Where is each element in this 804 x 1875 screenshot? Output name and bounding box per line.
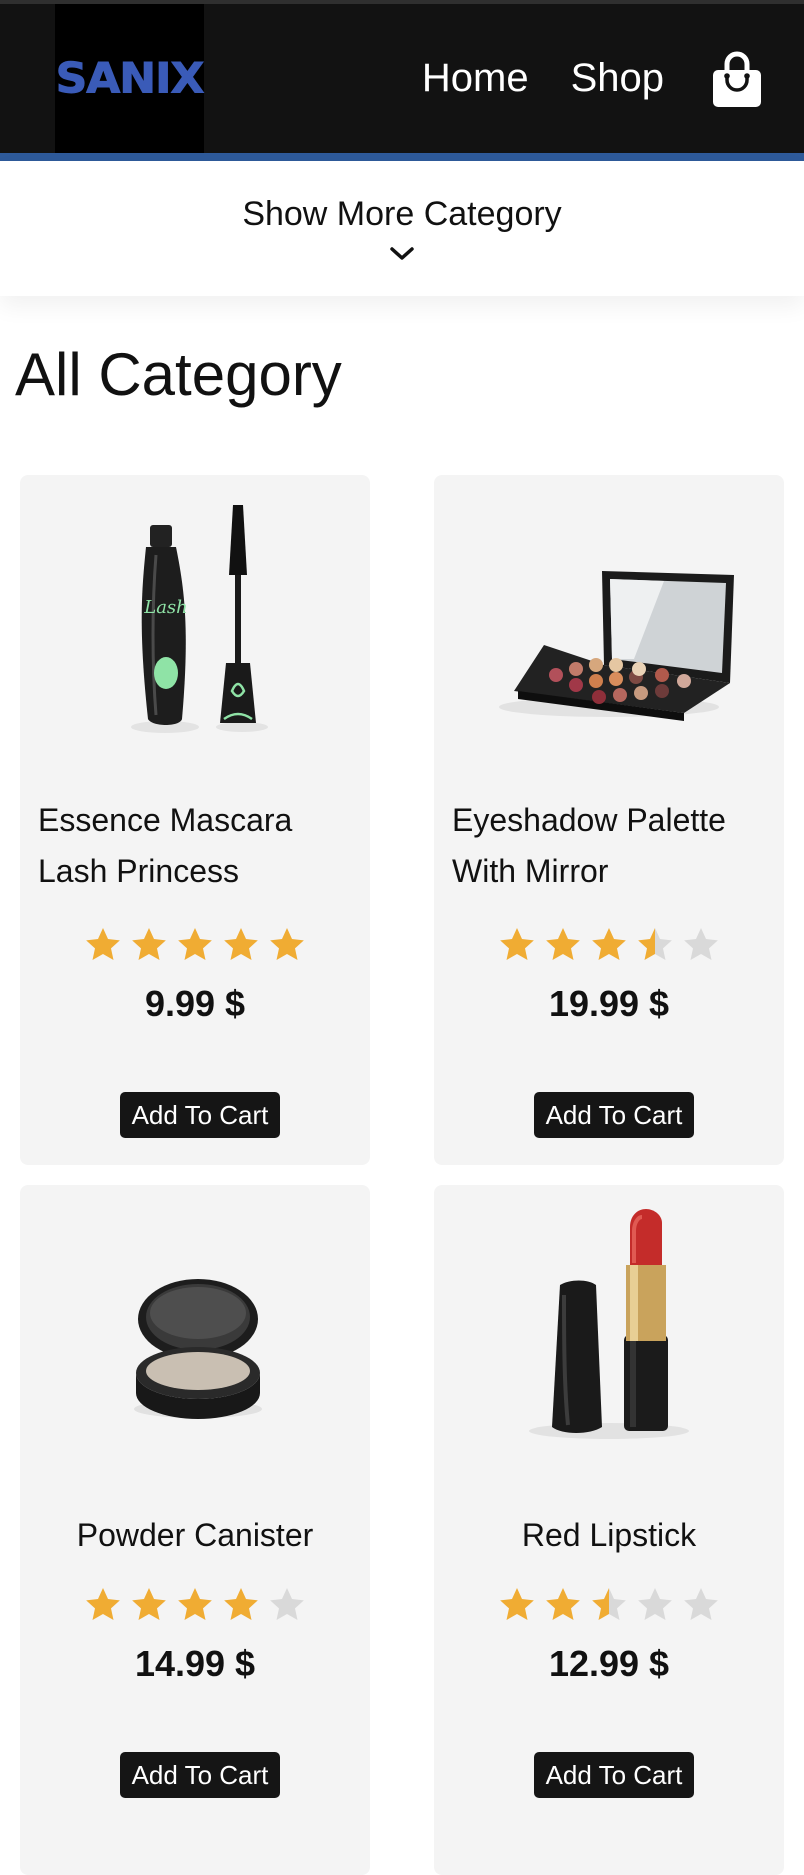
star-half-icon — [638, 928, 672, 960]
star-icon — [592, 928, 626, 960]
star-icon — [132, 928, 166, 960]
powder-canister-image — [134, 1279, 262, 1419]
product-name[interactable]: Eyeshadow Palette With Mirror — [452, 795, 766, 897]
product-name[interactable]: Powder Canister — [38, 1510, 352, 1561]
star-empty-icon — [270, 1588, 304, 1620]
navbar: SANIX Home Shop — [0, 4, 804, 153]
star-icon — [178, 1588, 212, 1620]
chevron-down-icon — [390, 247, 414, 260]
brand-logo[interactable]: SANIX — [55, 4, 205, 153]
product-price: 9.99 $ — [144, 983, 246, 1024]
product-price: 14.99 $ — [134, 1643, 256, 1684]
product-card[interactable]: Red Lipstick 12.99 $ Add To Cart — [434, 1185, 784, 1875]
star-empty-icon — [684, 1588, 718, 1620]
product-card[interactable]: Eyeshadow Palette With Mirror 19.99 $ Ad… — [434, 475, 784, 1165]
category-toggle-label: Show More Category — [242, 195, 562, 233]
shopping-bag-icon[interactable] — [712, 50, 762, 108]
mascara-image: Lash — [131, 505, 268, 733]
star-icon — [132, 1588, 166, 1620]
star-icon — [178, 928, 212, 960]
product-price: 19.99 $ — [548, 983, 670, 1024]
svg-text:Lash: Lash — [143, 597, 188, 618]
rating-stars — [434, 1585, 784, 1625]
add-to-cart-button[interactable]: Add To Cart — [120, 1092, 280, 1138]
star-icon — [546, 928, 580, 960]
product-card[interactable]: Powder Canister 14.99 $ Add To Cart — [20, 1185, 370, 1875]
star-empty-icon — [638, 1588, 672, 1620]
nav-home-link[interactable]: Home — [422, 56, 529, 101]
add-to-cart-button[interactable]: Add To Cart — [534, 1092, 694, 1138]
add-to-cart-button[interactable]: Add To Cart — [120, 1752, 280, 1798]
product-name[interactable]: Essence Mascara Lash Princess — [38, 795, 352, 897]
rating-stars — [20, 925, 370, 965]
product-price: 12.99 $ — [548, 1643, 670, 1684]
product-name[interactable]: Red Lipstick — [452, 1510, 766, 1561]
show-more-category-toggle[interactable]: Show More Category — [0, 161, 804, 296]
star-icon — [500, 1588, 534, 1620]
star-icon — [224, 1588, 258, 1620]
star-icon — [546, 1588, 580, 1620]
nav-shop-link[interactable]: Shop — [571, 56, 664, 101]
star-half-icon — [592, 1588, 626, 1620]
page-title: All Category — [15, 341, 342, 408]
product-card[interactable]: Lash Essence Mascara Lash Princess 9.99 … — [20, 475, 370, 1165]
rating-stars — [20, 1585, 370, 1625]
eyeshadow-palette-image — [499, 571, 734, 721]
red-lipstick-image — [529, 1209, 689, 1439]
star-icon — [224, 928, 258, 960]
star-icon — [270, 928, 304, 960]
nav-links: Home Shop — [422, 4, 804, 153]
star-icon — [86, 1588, 120, 1620]
add-to-cart-button[interactable]: Add To Cart — [534, 1752, 694, 1798]
rating-stars — [434, 925, 784, 965]
logo-text: SANIX — [55, 54, 205, 103]
star-empty-icon — [684, 928, 718, 960]
star-icon — [500, 928, 534, 960]
header-accent-line — [0, 153, 804, 161]
star-icon — [86, 928, 120, 960]
